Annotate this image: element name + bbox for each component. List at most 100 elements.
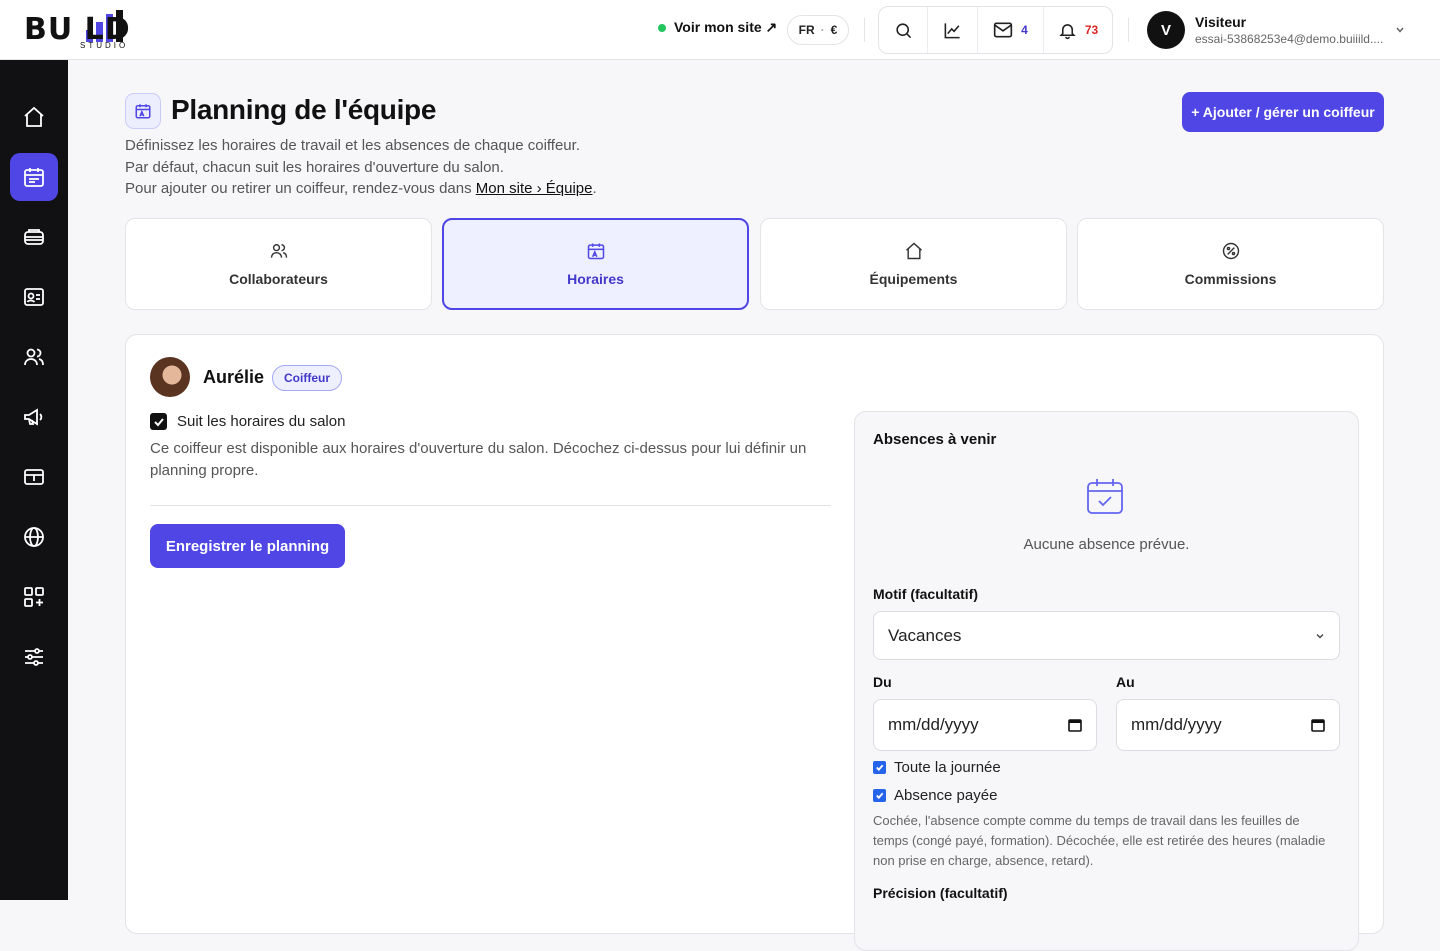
- id-card-icon: [24, 288, 44, 306]
- page-description: Définissez les horaires de travail et le…: [125, 135, 597, 200]
- to-date-label: Au: [1116, 674, 1135, 690]
- stats-button[interactable]: [927, 7, 977, 53]
- tab-equipements[interactable]: Équipements: [760, 218, 1067, 310]
- tab-commissions[interactable]: Commissions: [1077, 218, 1384, 310]
- absences-panel: Absences à venir Aucune absence prévue. …: [854, 411, 1359, 951]
- tab-label: Commissions: [1184, 271, 1277, 287]
- build-studio-logo[interactable]: BU LD STUDIO: [24, 8, 184, 52]
- description-line: Par défaut, chacun suit les horaires d'o…: [125, 158, 504, 176]
- ticket-icon: [24, 469, 44, 485]
- no-absence-text: Aucune absence prévue.: [1023, 536, 1190, 553]
- messages-button[interactable]: 4: [977, 7, 1043, 53]
- sidebar-item-website[interactable]: [10, 513, 58, 561]
- follow-hours-help: Ce coiffeur est disponible aux horaires …: [150, 440, 807, 479]
- mail-icon: [993, 22, 1013, 38]
- separator-dot: ·: [820, 23, 825, 37]
- calendar-icon: [24, 168, 44, 187]
- tab-bar: Collaborateurs Horaires Équipements Comm…: [125, 218, 1384, 310]
- language-currency-selector[interactable]: FR · €: [787, 15, 849, 45]
- quick-actions-bar: 4 73: [878, 6, 1113, 54]
- from-date-value: mm/dd/yyyy: [888, 715, 979, 734]
- sidebar-item-services[interactable]: [10, 213, 58, 261]
- view-site-label: Voir mon site ↗: [674, 19, 778, 35]
- view-site-link[interactable]: Voir mon site ↗: [658, 19, 777, 36]
- language-code: FR: [798, 23, 815, 37]
- motif-label: Motif (facultatif): [873, 586, 978, 602]
- follow-salon-hours-checkbox[interactable]: Suit les horaires du salon: [150, 413, 345, 430]
- search-icon: [895, 22, 911, 38]
- sidebar-item-settings[interactable]: [10, 633, 58, 681]
- sidebar-item-home[interactable]: [10, 93, 58, 141]
- messages-count: 4: [1021, 23, 1028, 37]
- page-title: Planning de l'équipe: [171, 94, 437, 125]
- to-date-input[interactable]: mm/dd/yyyy: [1116, 699, 1340, 751]
- user-email: essai-53868253e4@demo.buiiild....: [1195, 32, 1384, 46]
- divider: [864, 18, 865, 42]
- checkbox-checked: [150, 413, 167, 430]
- home-icon: [905, 242, 922, 260]
- globe-icon: [24, 527, 44, 547]
- main-content: Planning de l'équipe Définissez les hora…: [68, 60, 1440, 951]
- logo-subtitle: STUDIO: [80, 41, 129, 50]
- tab-collaborateurs[interactable]: Collaborateurs: [125, 218, 432, 310]
- all-day-checkbox[interactable]: Toute la journée: [873, 759, 1001, 776]
- checkbox-label: Suit les horaires du salon: [177, 413, 346, 430]
- from-date-input[interactable]: mm/dd/yyyy: [873, 699, 1097, 751]
- chart-icon: [944, 22, 960, 38]
- chevron-down-icon: [1396, 27, 1404, 33]
- bell-icon: [1059, 23, 1076, 39]
- chevron-down-icon: [1316, 633, 1324, 638]
- check-icon: [876, 764, 884, 772]
- tab-label: Équipements: [869, 271, 958, 287]
- motif-value: Vacances: [888, 625, 962, 645]
- employee-avatar: [150, 357, 190, 397]
- search-button[interactable]: [879, 7, 927, 53]
- page-title-icon: [125, 93, 161, 129]
- tab-label: Collaborateurs: [229, 271, 328, 287]
- sidebar-item-apps[interactable]: [10, 573, 58, 621]
- sidebar-item-team[interactable]: [10, 333, 58, 381]
- calendar-picker-icon: [1068, 719, 1082, 732]
- to-date-value: mm/dd/yyyy: [1131, 715, 1222, 734]
- user-menu[interactable]: V Visiteur essai-53868253e4@demo.buiiild…: [1147, 11, 1404, 49]
- user-name: Visiteur: [1195, 14, 1247, 30]
- sidebar: [0, 60, 68, 900]
- divider: [150, 505, 831, 506]
- paid-absence-checkbox[interactable]: Absence payée: [873, 787, 997, 804]
- sidebar-item-payments[interactable]: [10, 453, 58, 501]
- description-end: .: [592, 180, 597, 197]
- notifications-button[interactable]: 73: [1043, 7, 1112, 53]
- sidebar-item-marketing[interactable]: [10, 393, 58, 441]
- divider: [1128, 18, 1129, 42]
- calendar-check-icon: [1087, 479, 1123, 514]
- sidebar-item-clients[interactable]: [10, 273, 58, 321]
- employee-name: Aurélie: [203, 367, 265, 387]
- check-icon: [153, 417, 164, 426]
- tab-horaires[interactable]: Horaires: [442, 218, 749, 310]
- top-bar: BU LD STUDIO Voir mon site ↗ FR · € 4 73…: [0, 0, 1440, 60]
- paid-absence-help: Cochée, l'absence compte comme du temps …: [873, 813, 1326, 868]
- checkbox-label: Absence payée: [894, 787, 998, 804]
- sliders-icon: [25, 648, 43, 666]
- sidebar-item-planning[interactable]: [10, 153, 58, 201]
- employee-schedule-card: Aurélie Coiffeur Suit les horaires du sa…: [125, 334, 1384, 951]
- motif-select[interactable]: Vacances: [873, 611, 1340, 660]
- description-line: Définissez les horaires de travail et le…: [125, 137, 580, 154]
- calendar-icon: [135, 104, 151, 119]
- from-date-label: Du: [873, 674, 892, 690]
- percent-icon: [1222, 242, 1239, 260]
- calendar-icon: [587, 243, 604, 260]
- save-schedule-button[interactable]: Enregistrer le planning: [150, 524, 345, 568]
- users-icon: [270, 244, 287, 258]
- avatar: V: [1147, 11, 1185, 49]
- check-icon: [876, 792, 884, 800]
- megaphone-icon: [24, 408, 43, 426]
- role-badge: Coiffeur: [272, 365, 342, 391]
- description-text: Pour ajouter ou retirer un coiffeur, ren…: [125, 180, 476, 197]
- notifications-count: 73: [1084, 23, 1099, 37]
- add-hairdresser-button[interactable]: + Ajouter / gérer un coiffeur: [1182, 92, 1384, 132]
- absences-title: Absences à venir: [873, 431, 997, 448]
- calendar-picker-icon: [1311, 719, 1325, 732]
- checkbox-checked: [873, 789, 886, 802]
- team-settings-link[interactable]: Mon site › Équipe: [476, 180, 593, 197]
